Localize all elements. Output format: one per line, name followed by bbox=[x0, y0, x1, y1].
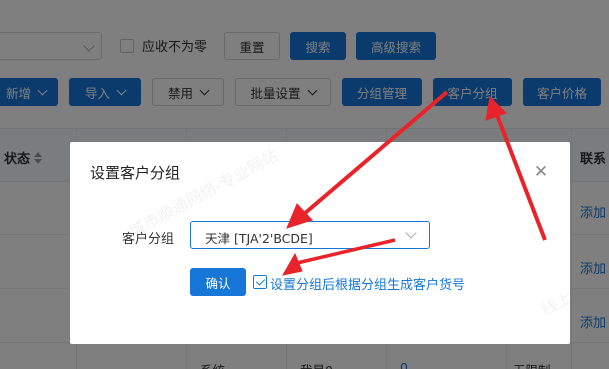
arrow-to-group-button bbox=[495, 114, 547, 241]
arrowhead-icon bbox=[286, 203, 313, 229]
annotation-arrows bbox=[282, 90, 547, 276]
arrowhead-icon bbox=[485, 95, 507, 121]
arrow-to-select bbox=[302, 90, 449, 216]
arrowhead-icon bbox=[282, 252, 303, 276]
arrow-to-checkbox bbox=[296, 238, 396, 265]
